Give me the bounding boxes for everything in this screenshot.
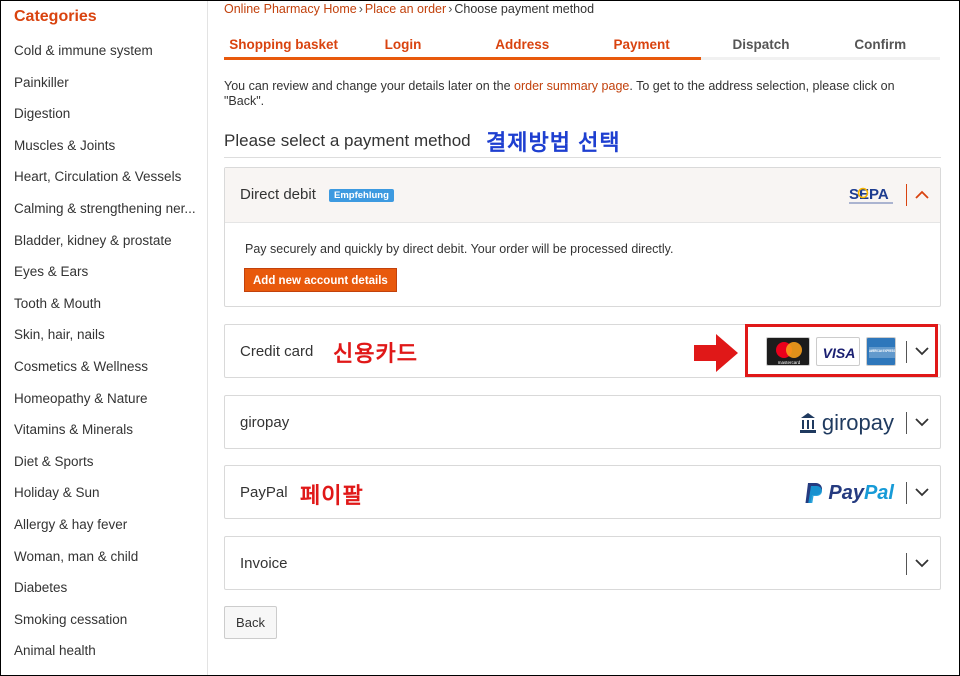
giropay-logo: giropay xyxy=(799,408,894,438)
categories-title: Categories xyxy=(14,8,97,25)
sidebar-item-eyes-ears[interactable]: Eyes & Ears xyxy=(14,258,204,290)
step-shopping-basket[interactable]: Shopping basket xyxy=(224,30,344,60)
sidebar-item-holiday-sun[interactable]: Holiday & Sun xyxy=(14,479,204,511)
payment-option-invoice[interactable]: Invoice xyxy=(224,536,941,590)
annotation-highlight-box xyxy=(745,324,938,377)
giropay-bank-icon xyxy=(799,413,816,433)
giropay-header[interactable]: giropay giropay xyxy=(225,396,940,449)
expand-chevron-icon[interactable] xyxy=(906,482,940,504)
paypal-logo-pal: Pal xyxy=(863,481,894,504)
category-sidebar: Categories Cold & immune system Painkill… xyxy=(1,1,208,675)
breadcrumb-separator: › xyxy=(448,2,453,16)
payment-heading-row: Please select a payment method 결제방법 선택 xyxy=(224,124,941,158)
expand-chevron-icon[interactable] xyxy=(906,412,940,434)
sepa-logo-text: SEPA xyxy=(849,186,889,203)
checkout-steps: Shopping basket Login Address Payment Di… xyxy=(224,30,940,60)
sidebar-item-allergy[interactable]: Allergy & hay fever xyxy=(14,511,204,543)
annotation-heading-korean: 결제방법 선택 xyxy=(486,130,621,155)
credit-card-label: Credit card xyxy=(240,343,314,360)
direct-debit-header[interactable]: Direct debit Empfehlung SEPA xyxy=(225,168,940,223)
invoice-header[interactable]: Invoice xyxy=(225,537,940,590)
sidebar-item-woman-man-child[interactable]: Woman, man & child xyxy=(14,543,204,575)
invoice-label: Invoice xyxy=(240,555,288,572)
annotation-arrow-icon xyxy=(694,334,738,372)
step-login[interactable]: Login xyxy=(343,30,463,60)
category-list: Cold & immune system Painkiller Digestio… xyxy=(14,37,204,669)
sepa-logo-icon: SEPA xyxy=(849,186,893,204)
step-dispatch: Dispatch xyxy=(732,37,790,52)
breadcrumb: Online Pharmacy Home › Place an order › Choo… xyxy=(224,2,594,16)
sidebar-item-digestion[interactable]: Digestion xyxy=(14,100,204,132)
direct-debit-description: Pay securely and quickly by direct debit… xyxy=(245,242,674,256)
paypal-p-icon xyxy=(805,483,823,503)
paypal-logo-pay: Pay xyxy=(828,481,864,504)
info-text: You can review and change your details l… xyxy=(224,79,924,109)
paypal-logo: PayPal xyxy=(804,478,894,508)
sidebar-item-muscles-joints[interactable]: Muscles & Joints xyxy=(14,132,204,164)
step-payment: Payment xyxy=(581,30,702,60)
sidebar-item-tooth-mouth[interactable]: Tooth & Mouth xyxy=(14,290,204,322)
info-text-before: You can review and change your details l… xyxy=(224,79,515,93)
payment-option-direct-debit: Direct debit Empfehlung SEPA Pay securel… xyxy=(224,167,941,307)
breadcrumb-current: Choose payment method xyxy=(454,2,595,16)
sidebar-item-painkiller[interactable]: Painkiller xyxy=(14,69,204,101)
add-account-details-button[interactable]: Add new account details xyxy=(244,268,397,292)
sidebar-item-heart-circulation[interactable]: Heart, Circulation & Vessels xyxy=(14,163,204,195)
sidebar-item-animal-health[interactable]: Animal health xyxy=(14,637,204,669)
sidebar-item-cosmetics[interactable]: Cosmetics & Wellness xyxy=(14,353,204,385)
expand-chevron-icon[interactable] xyxy=(906,553,940,575)
giropay-logo-text: giropay xyxy=(821,410,894,435)
sidebar-item-bladder-kidney[interactable]: Bladder, kidney & prostate xyxy=(14,227,204,259)
page-title: Please select a payment method xyxy=(224,131,471,150)
sidebar-item-calming[interactable]: Calming & strengthening ner... xyxy=(14,195,204,227)
annotation-credit-card-korean: 신용카드 xyxy=(333,341,418,366)
paypal-label: PayPal xyxy=(240,484,288,501)
sidebar-item-skin-hair-nails[interactable]: Skin, hair, nails xyxy=(14,321,204,353)
sidebar-item-cold-immune[interactable]: Cold & immune system xyxy=(14,37,204,69)
breadcrumb-order-link[interactable]: Place an order xyxy=(365,2,446,16)
annotation-paypal-korean: 페이팔 xyxy=(300,483,364,508)
breadcrumb-separator: › xyxy=(358,2,363,16)
sidebar-item-diet-sports[interactable]: Diet & Sports xyxy=(14,448,204,480)
step-address[interactable]: Address xyxy=(462,30,583,60)
direct-debit-label: Direct debit xyxy=(240,186,316,203)
payment-option-giropay[interactable]: giropay giropay xyxy=(224,395,941,449)
collapse-chevron-icon[interactable] xyxy=(906,184,940,206)
sidebar-item-diabetes[interactable]: Diabetes xyxy=(14,574,204,606)
sidebar-item-smoking[interactable]: Smoking cessation xyxy=(14,606,204,638)
giropay-label: giropay xyxy=(240,414,290,431)
recommendation-badge: Empfehlung xyxy=(329,189,394,202)
back-button[interactable]: Back xyxy=(224,606,277,639)
sidebar-item-vitamins[interactable]: Vitamins & Minerals xyxy=(14,416,204,448)
step-confirm: Confirm xyxy=(854,37,907,52)
sidebar-item-homeopathy[interactable]: Homeopathy & Nature xyxy=(14,385,204,417)
breadcrumb-home-link[interactable]: Online Pharmacy Home xyxy=(224,2,357,16)
order-summary-link[interactable]: order summary page xyxy=(514,79,629,93)
